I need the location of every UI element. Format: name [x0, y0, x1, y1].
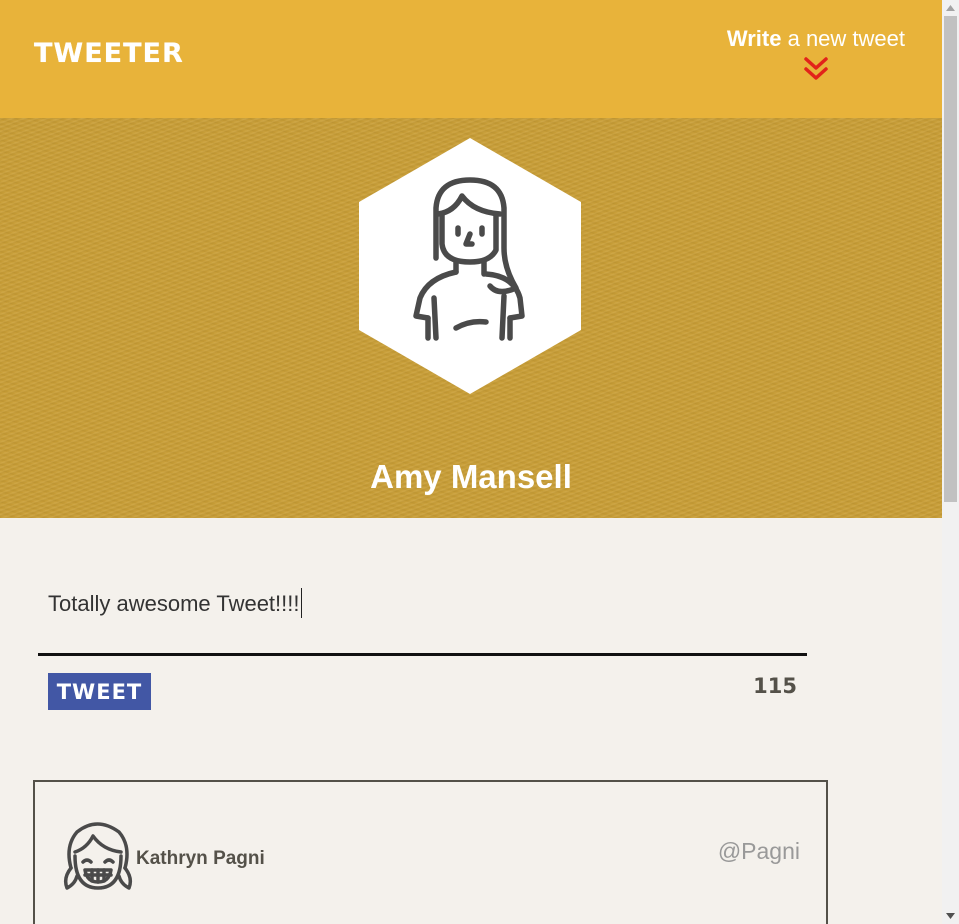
tweet-textarea[interactable]: Totally awesome Tweet!!!! — [48, 588, 302, 618]
write-new-tweet-toggle[interactable]: Write a new tweet — [727, 26, 905, 82]
textarea-underline — [38, 653, 807, 656]
page: TWEETER Write a new tweet Amy Mansell To… — [0, 0, 942, 924]
scroll-up-arrow-icon[interactable] — [942, 0, 959, 16]
scroll-down-arrow-icon[interactable] — [942, 908, 959, 924]
scrollbar-thumb[interactable] — [944, 16, 957, 502]
compose-label-rest: a new tweet — [781, 26, 905, 51]
compose-label-bold: Write — [726, 26, 782, 51]
tweet-author-handle: @Pagni — [717, 838, 800, 864]
tweet-author-name: Kathryn Pagni — [136, 848, 265, 869]
tweet-article: Kathryn Pagni @Pagni — [33, 780, 828, 924]
profile-header: Amy Mansell — [0, 118, 942, 518]
profile-name: Amy Mansell — [370, 458, 572, 495]
tweet-button[interactable]: TWEET — [48, 673, 151, 710]
vertical-scrollbar[interactable] — [942, 0, 959, 924]
tweet-textarea-value: Totally awesome Tweet!!!! — [48, 591, 300, 616]
profile-avatar — [359, 138, 581, 394]
double-chevron-down-icon[interactable] — [803, 56, 829, 82]
text-caret — [300, 588, 302, 618]
write-new-tweet-label: Write a new tweet — [727, 26, 905, 52]
nav-bar: TWEETER Write a new tweet — [0, 0, 942, 118]
smiling-girl-avatar-icon — [63, 822, 133, 890]
logo[interactable]: TWEETER — [34, 38, 184, 69]
character-counter: 115 — [753, 674, 797, 698]
